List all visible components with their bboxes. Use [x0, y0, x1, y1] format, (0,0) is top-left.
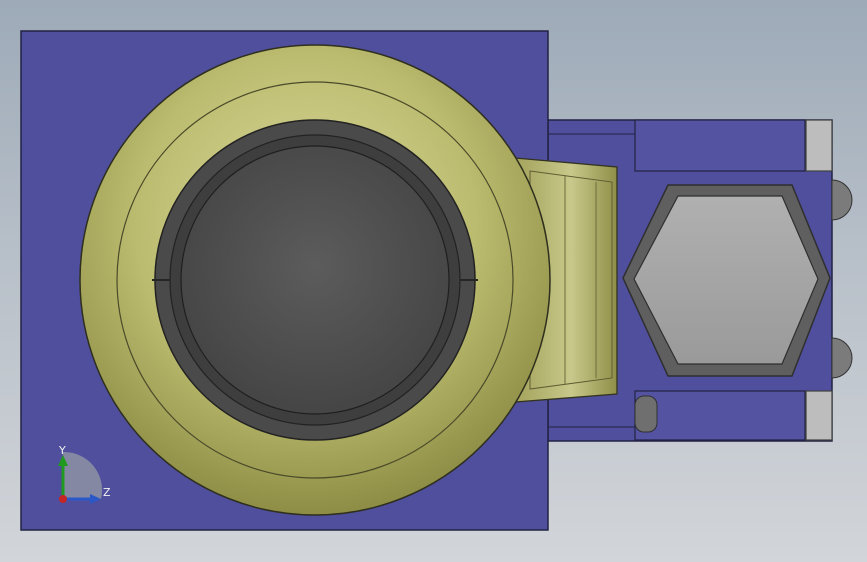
z-axis-label: Z: [103, 486, 111, 499]
lower-slot[interactable]: [634, 390, 806, 441]
wheel-housing[interactable]: [79, 44, 551, 516]
y-axis-label: Y: [58, 444, 66, 457]
lower-screw-head[interactable]: [831, 337, 853, 379]
lower-gray-insert[interactable]: [805, 390, 833, 441]
cad-viewport[interactable]: Y Z: [0, 0, 867, 562]
bottom-screw-head[interactable]: [634, 395, 658, 433]
upper-screw-head[interactable]: [831, 179, 853, 221]
triad-origin: [59, 495, 67, 503]
cad-scene[interactable]: Y Z: [0, 0, 867, 562]
upper-gray-insert[interactable]: [805, 119, 833, 172]
wheel-insert[interactable]: [180, 145, 450, 415]
upper-slot[interactable]: [634, 119, 806, 172]
hex-bolt[interactable]: [622, 184, 831, 377]
